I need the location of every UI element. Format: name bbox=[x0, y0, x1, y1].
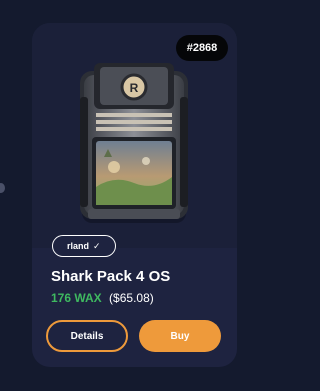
svg-text:R: R bbox=[130, 81, 139, 95]
nft-card[interactable]: R #2868 rland ✓ Shark Pack 4 OS 176 WAX bbox=[32, 23, 237, 367]
edition-badge: #2868 bbox=[176, 35, 228, 61]
creator-pill[interactable]: rland ✓ bbox=[52, 235, 116, 257]
details-button[interactable]: Details bbox=[46, 320, 128, 352]
price-wax: 176 WAX bbox=[51, 291, 102, 305]
card-title: Shark Pack 4 OS bbox=[51, 268, 171, 285]
carousel-prev-indicator[interactable] bbox=[0, 183, 5, 193]
verified-check-icon: ✓ bbox=[93, 240, 101, 251]
pack-image: R bbox=[80, 63, 188, 223]
creator-name: rland bbox=[67, 241, 90, 251]
card-image-area[interactable]: R #2868 bbox=[32, 23, 237, 248]
price-usd: ($65.08) bbox=[109, 291, 154, 305]
price-row: 176 WAX ($65.08) bbox=[51, 291, 154, 305]
buy-button[interactable]: Buy bbox=[139, 320, 221, 352]
